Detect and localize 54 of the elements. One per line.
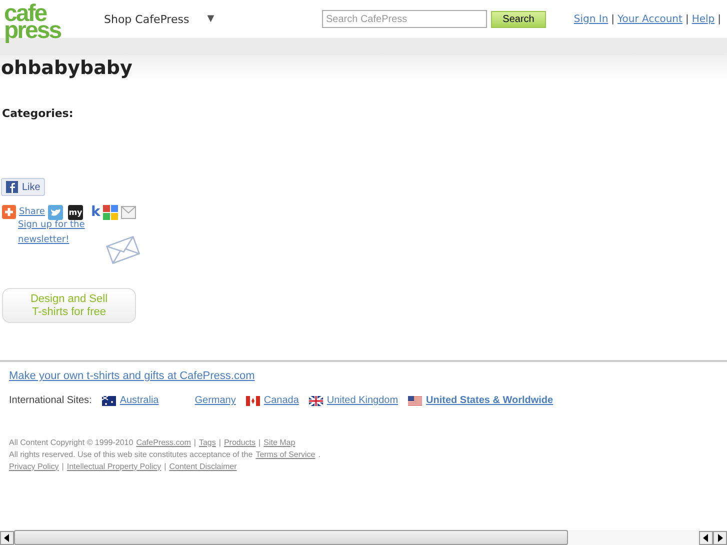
footer-text: |	[194, 438, 196, 446]
f-icon	[6, 181, 18, 193]
k-icon[interactable]: k	[90, 204, 100, 220]
site-link[interactable]: Canada	[264, 395, 299, 406]
footer-link[interactable]: Privacy Policy	[9, 462, 59, 470]
design-and-sell-button[interactable]: Design and Sell T-shirts for free	[2, 288, 136, 323]
scroll-left-icon[interactable]	[0, 530, 14, 544]
horizontal-scrollbar[interactable]	[0, 530, 727, 545]
footer-text: |	[62, 462, 64, 470]
scroll-left-icon[interactable]	[699, 530, 713, 544]
separator-text: |	[611, 14, 615, 24]
mail-icon[interactable]	[121, 206, 136, 218]
footer-text: All rights reserved. Use of this web site constitutes acceptance of the	[9, 450, 253, 458]
scroll-thumb[interactable]	[14, 530, 568, 545]
footer-link[interactable]: Content Disclaimer	[169, 462, 237, 470]
footer-text: All Content Copyright © 1999-2010	[9, 438, 134, 446]
footer-link[interactable]: Terms of Service	[256, 450, 316, 458]
flag-icon	[102, 396, 116, 406]
shop-menu[interactable]: Shop CafePress ▼	[104, 12, 322, 26]
footer-link[interactable]: CafePress.com	[136, 438, 191, 446]
header-link[interactable]: Help	[692, 14, 715, 24]
footer-link[interactable]: Tags	[198, 438, 216, 446]
like-button[interactable]: Like	[1, 178, 46, 196]
search-button[interactable]: Search	[491, 10, 546, 28]
site-link[interactable]: United Kingdom	[326, 395, 398, 406]
grid-icon[interactable]	[103, 204, 118, 220]
footer-text: |	[258, 438, 261, 446]
promo-link[interactable]: Make your own t-shirts and gifts at CafePress.com	[9, 370, 255, 382]
bird-icon[interactable]	[48, 204, 63, 220]
footer-text: |	[164, 462, 166, 470]
myspace-icon[interactable]: my	[68, 204, 83, 220]
separator-text: |	[685, 14, 689, 24]
flag-icon	[408, 396, 422, 406]
share-link[interactable]: Share	[19, 207, 45, 217]
search-field[interactable]: Search CafePress	[322, 10, 487, 28]
header-link[interactable]: Your Account	[618, 14, 682, 24]
international-sites-label: International Sites:	[9, 395, 92, 406]
separator-text: |	[718, 14, 721, 24]
page-title: ohbabybaby	[0, 56, 134, 81]
footer-text: .	[318, 450, 320, 458]
footer-link[interactable]: Site Map	[264, 438, 296, 446]
footer-link[interactable]: Products	[224, 438, 256, 446]
scroll-right-icon[interactable]	[713, 530, 727, 544]
newsletter-link[interactable]: Sign up for the newsletter!	[18, 218, 93, 248]
categories-label: Categories:	[2, 107, 74, 120]
site-link[interactable]: Australia	[120, 395, 159, 406]
flag-icon	[308, 396, 323, 406]
site-link[interactable]: United States & Worldwide	[426, 395, 554, 406]
flag-icon	[246, 396, 260, 406]
footer-text: |	[218, 438, 221, 446]
site-link[interactable]: Germany	[194, 395, 236, 406]
plus-icon[interactable]	[2, 205, 16, 219]
header-link[interactable]: Sign In	[574, 14, 608, 24]
footer-link[interactable]: Intellectual Property Policy	[66, 462, 162, 470]
